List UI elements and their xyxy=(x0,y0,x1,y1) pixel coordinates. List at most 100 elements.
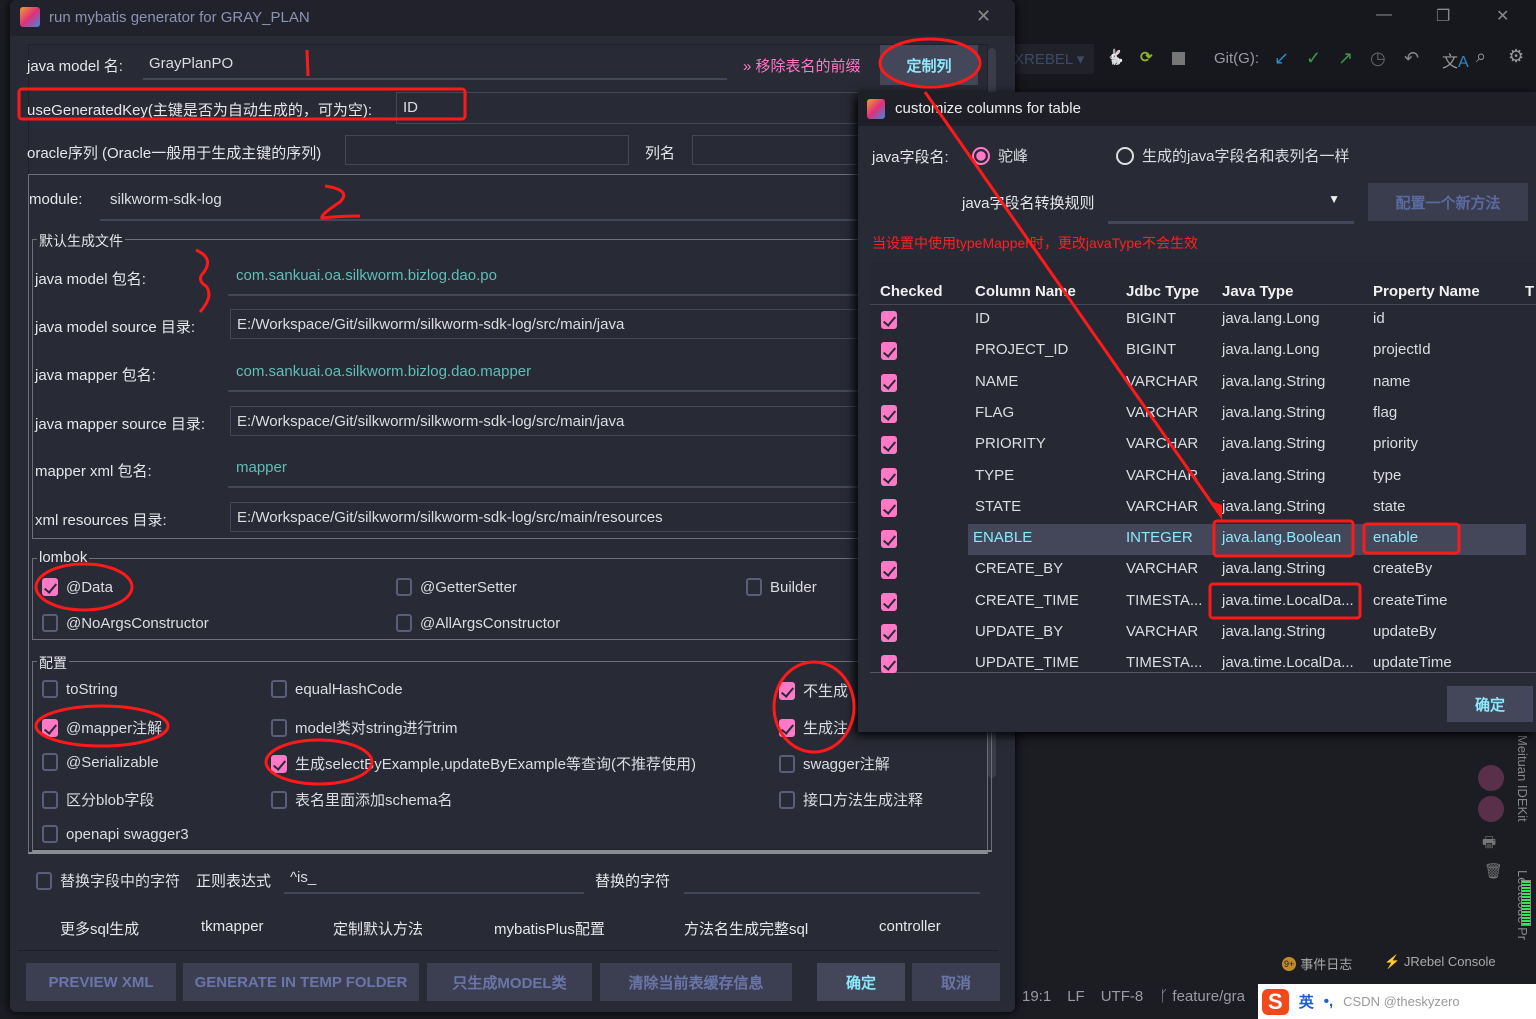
checkbox[interactable] xyxy=(779,790,795,809)
cell-jdbc[interactable]: VARCHAR xyxy=(1126,467,1198,484)
git-push-icon[interactable]: ↗ xyxy=(1338,48,1353,69)
cell-prop[interactable]: updateBy xyxy=(1373,623,1436,640)
cell-java[interactable]: java.time.LocalDa... xyxy=(1222,654,1354,671)
git-branch[interactable]: ᚴ feature/gra xyxy=(1159,988,1245,1005)
cell-jdbc[interactable]: VARCHAR xyxy=(1126,498,1198,515)
checkbox[interactable] xyxy=(36,871,52,890)
cell-java[interactable]: java.lang.String xyxy=(1222,498,1325,515)
config-tab[interactable]: mybatisPlus配置 xyxy=(494,918,605,939)
checkbox[interactable] xyxy=(42,718,58,737)
cell-java[interactable]: java.lang.String xyxy=(1222,623,1325,640)
config-checkbox-item[interactable]: 生成selectByExample,updateByExample等查询(不推荐… xyxy=(271,753,696,774)
model-name-input[interactable]: GrayPlanPO xyxy=(143,48,727,80)
columns-ok-button[interactable]: 确定 xyxy=(1447,686,1533,722)
sync-icon[interactable]: ⟳ xyxy=(1140,48,1153,66)
rollback-icon[interactable]: ↶ xyxy=(1404,48,1419,69)
ime-toolbar[interactable]: S 英 •, CSDN @theskyzero xyxy=(1258,984,1536,1019)
event-log-tab[interactable]: 9+ 事件日志 xyxy=(1282,954,1352,973)
cell-prop[interactable]: createTime xyxy=(1373,592,1447,609)
row-checkbox[interactable] xyxy=(881,624,897,642)
column-header[interactable]: Property Name xyxy=(1373,283,1480,300)
column-header[interactable]: T xyxy=(1525,283,1534,300)
xrebel-select[interactable]: XREBEL ▾ xyxy=(1010,44,1094,74)
checkbox[interactable] xyxy=(42,614,58,632)
config-checkbox-item[interactable]: 生成注 xyxy=(779,717,848,738)
row-checkbox[interactable] xyxy=(881,592,897,611)
customize-columns-button[interactable]: 定制列 xyxy=(880,45,978,85)
row-checkbox[interactable] xyxy=(881,311,897,329)
checkbox[interactable] xyxy=(271,718,287,737)
cell-column[interactable]: ID xyxy=(975,310,990,327)
config-checkbox-item[interactable]: swagger注解 xyxy=(779,753,890,774)
checkbox[interactable] xyxy=(779,681,795,700)
checkbox[interactable] xyxy=(42,680,58,698)
cell-column[interactable]: TYPE xyxy=(975,467,1014,484)
git-update-icon[interactable]: ↙ xyxy=(1274,48,1289,69)
cell-prop[interactable]: createBy xyxy=(1373,560,1432,577)
cell-jdbc[interactable]: VARCHAR xyxy=(1126,373,1198,390)
column-header[interactable]: Java Type xyxy=(1222,283,1293,300)
row-checkbox[interactable] xyxy=(881,530,897,549)
cell-jdbc[interactable]: TIMESTA... xyxy=(1126,654,1202,671)
remove-prefix-link[interactable]: » 移除表名的前缀 xyxy=(743,55,861,76)
git-commit-icon[interactable]: ✓ xyxy=(1306,48,1321,69)
checkbox[interactable] xyxy=(42,753,58,771)
checkbox[interactable] xyxy=(42,578,58,596)
cell-column[interactable]: STATE xyxy=(975,498,1021,515)
lombok-checkbox-item[interactable]: @NoArgsConstructor xyxy=(42,614,209,632)
config-checkbox-item[interactable]: @mapper注解 xyxy=(42,717,162,738)
cell-jdbc[interactable]: VARCHAR xyxy=(1126,435,1198,452)
table-row[interactable]: ID BIGINT java.lang.Long id xyxy=(868,305,1536,336)
config-checkbox-item[interactable]: openapi swagger3 xyxy=(42,825,189,843)
cell-column[interactable]: PRIORITY xyxy=(975,435,1046,452)
cell-column[interactable]: CREATE_BY xyxy=(975,560,1063,577)
table-row[interactable]: FLAG VARCHAR java.lang.String flag xyxy=(868,399,1536,430)
cell-prop[interactable]: enable xyxy=(1373,529,1418,546)
config-checkbox-item[interactable]: 接口方法生成注释 xyxy=(779,789,923,810)
config-tab[interactable]: 更多sql生成 xyxy=(60,918,139,939)
rabbit-icon[interactable]: 🐇 xyxy=(1106,48,1125,66)
translate-icon[interactable]: 文A xyxy=(1442,48,1469,72)
config-checkbox-item[interactable]: model类对string进行trim xyxy=(271,717,458,738)
lombok-checkbox-item[interactable]: @GetterSetter xyxy=(396,578,517,596)
caret-position[interactable]: 19:1 xyxy=(1022,988,1051,1005)
file-encoding[interactable]: UTF-8 xyxy=(1101,988,1144,1005)
cell-prop[interactable]: priority xyxy=(1373,435,1418,452)
table-row[interactable]: PROJECT_ID BIGINT java.lang.Long projectId xyxy=(868,336,1536,367)
cell-java[interactable]: java.lang.String xyxy=(1222,560,1325,577)
footer-button[interactable]: 取消 xyxy=(912,963,1000,1001)
column-header[interactable]: Checked xyxy=(880,283,943,300)
cell-column[interactable]: CREATE_TIME xyxy=(975,592,1079,609)
window-close-icon[interactable]: ✕ xyxy=(1496,6,1509,26)
radio-camel[interactable]: 驼峰 xyxy=(972,145,1028,166)
cell-column[interactable]: UPDATE_BY xyxy=(975,623,1063,640)
table-row[interactable]: UPDATE_TIME TIMESTA... java.time.LocalDa..… xyxy=(868,649,1536,680)
table-row[interactable]: CREATE_BY VARCHAR java.lang.String createBy xyxy=(868,555,1536,586)
checkbox[interactable] xyxy=(42,790,58,809)
row-checkbox[interactable] xyxy=(881,342,897,361)
history-icon[interactable]: ◷ xyxy=(1370,48,1386,69)
cell-prop[interactable]: updateTime xyxy=(1373,654,1452,671)
use-generated-key-input[interactable]: ID xyxy=(396,92,876,124)
minimize-icon[interactable]: — xyxy=(1376,6,1392,24)
cell-column[interactable]: ENABLE xyxy=(973,529,1032,546)
config-tab[interactable]: 方法名生成完整sql xyxy=(684,918,808,939)
meituan-idekit-tab[interactable]: Meituan IDEKit xyxy=(1515,735,1530,822)
checkbox[interactable] xyxy=(396,578,412,596)
stop-icon[interactable] xyxy=(1172,52,1185,65)
config-checkbox-item[interactable]: 区分blob字段 xyxy=(42,789,154,810)
trash-icon[interactable]: 🗑 xyxy=(1484,862,1503,880)
footer-button[interactable]: GENERATE IN TEMP FOLDER xyxy=(183,963,419,1001)
row-checkbox[interactable] xyxy=(881,436,897,455)
radio-button[interactable] xyxy=(972,146,990,165)
cell-jdbc[interactable]: BIGINT xyxy=(1126,341,1176,358)
row-checkbox[interactable] xyxy=(881,655,897,674)
restore-icon[interactable]: ❐ xyxy=(1436,6,1450,26)
row-checkbox[interactable] xyxy=(881,467,897,486)
radio-button[interactable] xyxy=(1116,146,1134,165)
footer-button[interactable]: 只生成MODEL类 xyxy=(427,963,592,1001)
cell-java[interactable]: java.lang.String xyxy=(1222,404,1325,421)
config-checkbox-item[interactable]: toString xyxy=(42,680,118,698)
checkbox[interactable] xyxy=(271,754,287,773)
config-checkbox-item[interactable]: @Serializable xyxy=(42,753,159,771)
